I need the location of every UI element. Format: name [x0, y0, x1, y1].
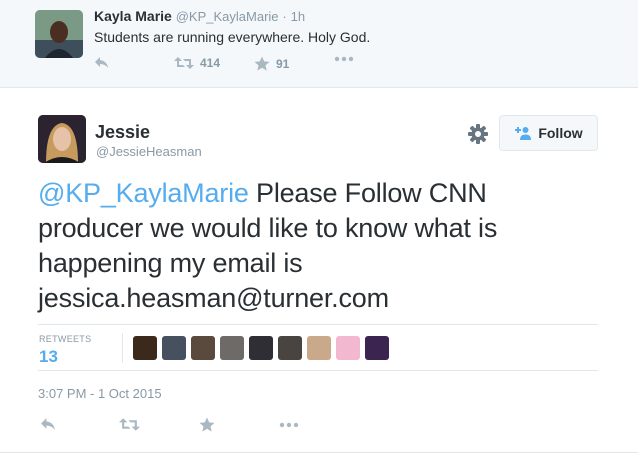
tweet-timestamp[interactable]: 3:07 PM - 1 Oct 2015 — [38, 386, 162, 401]
tweet-text: @KP_KaylaMarie Please Follow CNN produce… — [38, 176, 598, 316]
retweeter-avatar[interactable] — [365, 336, 389, 360]
more-icon — [334, 56, 354, 62]
retweeter-avatar[interactable] — [307, 336, 331, 360]
separator: · — [282, 9, 287, 24]
reply-icon — [95, 57, 108, 68]
retweets-label: RETWEETS — [39, 334, 92, 344]
more-button[interactable] — [279, 422, 299, 428]
avatar[interactable] — [35, 10, 83, 58]
follow-button[interactable]: Follow — [499, 115, 598, 151]
author-name[interactable]: Kayla Marie — [94, 8, 172, 24]
favorite-icon — [254, 56, 270, 71]
retweeter-avatar[interactable] — [162, 336, 186, 360]
retweets-count[interactable]: 13 — [39, 347, 58, 367]
divider — [122, 333, 123, 363]
mention-link[interactable]: @KP_KaylaMarie — [38, 178, 249, 208]
tweet-text: Students are running everywhere. Holy Go… — [94, 29, 371, 45]
tweet-actions — [38, 417, 338, 435]
tweet-time[interactable]: 1h — [291, 9, 305, 24]
tweet-stats: RETWEETS 13 — [38, 324, 598, 371]
author-name[interactable]: Jessie — [95, 122, 150, 143]
favorite-icon — [199, 417, 215, 432]
retweeter-avatars — [133, 336, 394, 360]
retweeter-avatar[interactable] — [191, 336, 215, 360]
retweeter-avatar[interactable] — [249, 336, 273, 360]
add-user-icon — [515, 127, 532, 140]
retweet-icon — [174, 57, 194, 69]
favorite-button[interactable]: 91 — [254, 56, 289, 72]
avatar[interactable] — [38, 115, 86, 163]
reply-button[interactable] — [40, 417, 57, 432]
retweet-icon — [119, 418, 140, 431]
favorite-count: 91 — [276, 57, 290, 71]
retweeter-avatar[interactable] — [336, 336, 360, 360]
retweeter-avatar[interactable] — [278, 336, 302, 360]
gear-icon[interactable] — [467, 123, 489, 145]
more-button[interactable] — [334, 56, 354, 62]
more-icon — [279, 422, 299, 428]
reply-icon — [41, 418, 55, 430]
reply-button[interactable] — [94, 56, 110, 70]
parent-tweet[interactable]: Kayla Marie @KP_KaylaMarie · 1h Students… — [0, 0, 638, 88]
follow-label: Follow — [538, 125, 583, 141]
parent-tweet-header: Kayla Marie @KP_KaylaMarie · 1h — [94, 8, 305, 24]
favorite-button[interactable] — [199, 417, 215, 433]
divider — [0, 452, 638, 453]
retweeter-avatar[interactable] — [220, 336, 244, 360]
author-handle[interactable]: @KP_KaylaMarie — [176, 9, 279, 24]
retweet-button[interactable] — [119, 417, 140, 432]
retweet-button[interactable]: 414 — [174, 56, 220, 70]
retweet-count: 414 — [200, 56, 221, 70]
author-handle[interactable]: @JessieHeasman — [96, 144, 202, 159]
retweeter-avatar[interactable] — [133, 336, 157, 360]
